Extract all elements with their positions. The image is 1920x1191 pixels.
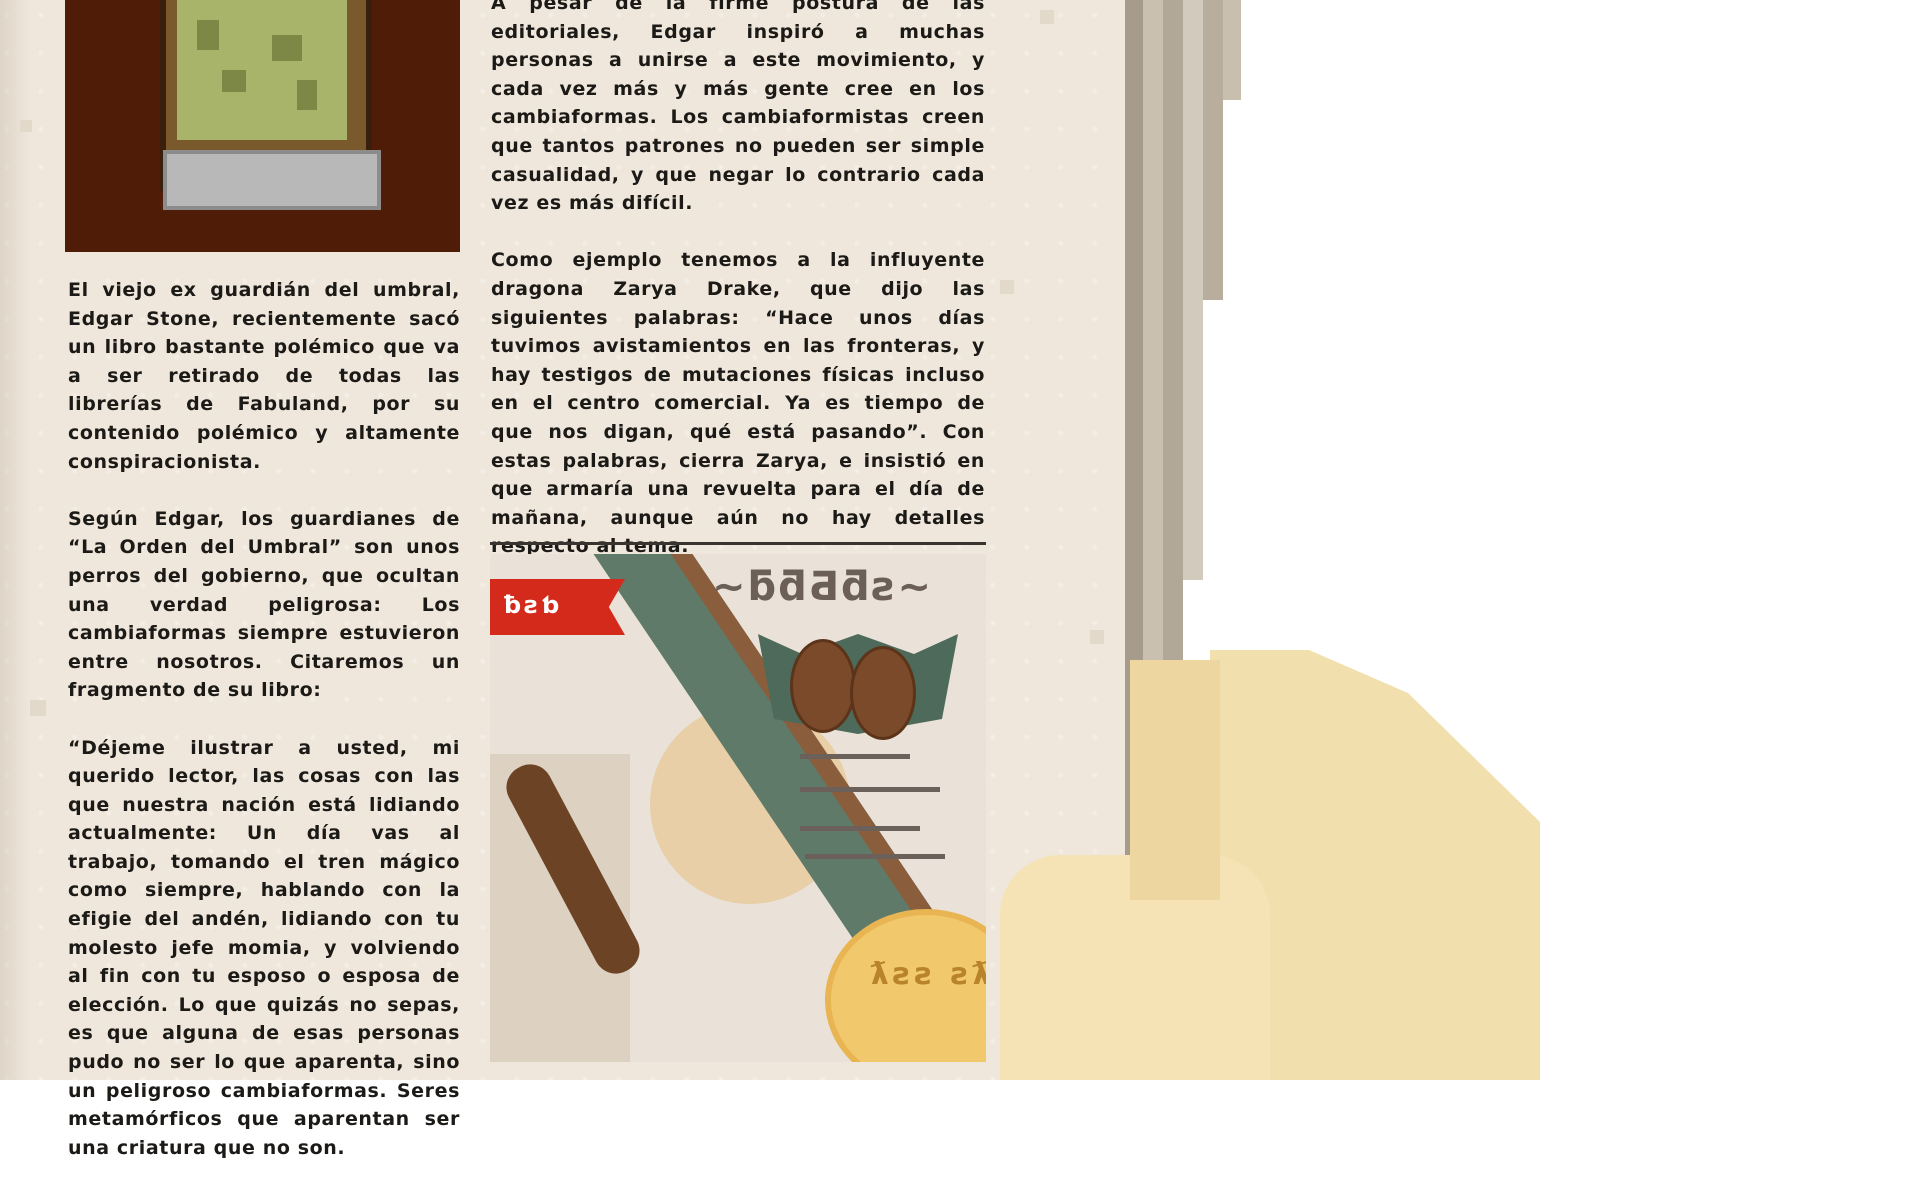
hand-finger [1130,660,1220,900]
section-divider [490,542,986,545]
ad-text-line [800,826,920,831]
paper-speck [1000,280,1014,294]
article-paragraph: Como ejemplo tenemos a la influyente dra… [491,249,985,558]
paper-speck [1090,630,1104,644]
article-left-column: El viejo ex guardián del umbral, Edgar S… [68,276,460,1191]
ad-banner: ƀƨƅ [490,579,625,635]
ad-title: ~ƃƌƋƌƨ~ [712,564,934,610]
coffee-bean-icon [850,646,916,740]
page-edge [1183,0,1203,580]
coffee-bean-icon [790,639,856,733]
portrait-blot [297,80,317,110]
newspaper-page: El viejo ex guardián del umbral, Edgar S… [0,0,1130,1159]
portrait-blot [272,35,302,61]
ad-text-line [805,854,945,859]
cookie-text: ƛƨƨ ƨƛƨ [871,957,986,992]
article-paragraph: A pesar de la firme postura de las edito… [491,0,985,215]
paper-speck [30,700,46,716]
ad-text-line [800,787,940,792]
article-right-column: A pesar de la firme postura de las edito… [491,0,985,589]
paper-speck [1040,10,1054,24]
portrait-blot [222,70,246,92]
advertisement: ƀƨƅ ~ƃƌƋƌƨ~ ƛƨƨ ƨƛƨ [490,554,986,1062]
article-paragraph: “Déjeme ilustrar a usted, mi querido lec… [68,736,460,1159]
portrait-photo [65,0,460,252]
page-edge [1203,0,1223,300]
name-plate [163,150,381,210]
portrait-blot [197,20,219,50]
ad-text-line [800,754,910,759]
portrait-figure [177,0,347,140]
page-edge [1223,0,1241,100]
paper-speck [20,120,32,132]
article-paragraph: El viejo ex guardián del umbral, Edgar S… [68,279,460,473]
ad-banner-text: ƀƨƅ [504,591,562,619]
article-paragraph: Según Edgar, los guardianes de “La Orden… [68,507,460,702]
